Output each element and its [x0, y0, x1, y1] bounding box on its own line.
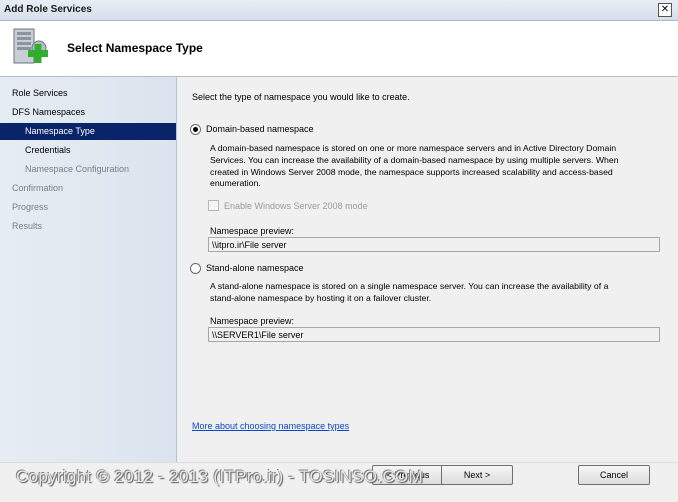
wizard-header: Select Namespace Type — [0, 21, 678, 77]
wizard-steps-sidebar: Role Services DFS Namespaces Namespace T… — [0, 77, 177, 462]
stand-alone-label[interactable]: Stand-alone namespace — [206, 263, 304, 273]
domain-based-description: A domain-based namespace is stored on on… — [210, 143, 619, 190]
domain-preview-field: \\itpro.ir\File server — [208, 237, 660, 252]
standalone-preview-field: \\SERVER1\File server — [208, 327, 660, 342]
sidebar-item-namespace-configuration: Namespace Configuration — [25, 164, 130, 174]
domain-based-label[interactable]: Domain-based namespace — [206, 124, 314, 134]
title-bar: Add Role Services ✕ — [0, 0, 678, 21]
stand-alone-radio[interactable] — [190, 263, 201, 274]
sidebar-item-confirmation: Confirmation — [12, 183, 64, 193]
wizard-footer: < Previous Next > Cancel Copyright © 201… — [0, 462, 678, 502]
domain-desc-line: Services. You can increase the availabil… — [210, 154, 619, 165]
standalone-desc-line: stand-alone namespace by hosting it on a… — [210, 292, 432, 303]
domain-desc-line: created in Windows Server 2008 mode, the… — [210, 166, 613, 177]
sidebar-item-namespace-type[interactable]: Namespace Type — [0, 123, 176, 140]
stand-alone-description: A stand-alone namespace is stored on a s… — [210, 281, 608, 305]
standalone-preview-label: Namespace preview: — [210, 316, 295, 326]
domain-desc-line: enumeration. — [210, 178, 261, 189]
sidebar-item-progress: Progress — [12, 202, 49, 212]
window-title: Add Role Services — [4, 4, 92, 15]
copyright-watermark: Copyright © 2012 - 2013 (ITPro.ir) - TOS… — [16, 467, 424, 486]
help-link[interactable]: More about choosing namespace types — [192, 421, 349, 431]
standalone-desc-line: A stand-alone namespace is stored on a s… — [210, 281, 609, 291]
cancel-button[interactable]: Cancel — [578, 465, 650, 485]
instruction-text: Select the type of namespace you would l… — [192, 92, 410, 102]
server-add-icon — [13, 28, 48, 64]
sidebar-item-credentials[interactable]: Credentials — [25, 142, 71, 159]
previous-button[interactable]: < Previous — [372, 465, 444, 485]
domain-desc-line: A domain-based namespace is stored on on… — [210, 143, 617, 153]
next-button[interactable]: Next > — [441, 465, 513, 485]
enable-2008-mode-checkbox — [208, 200, 219, 211]
wizard-content: Select the type of namespace you would l… — [177, 77, 678, 462]
close-button[interactable]: ✕ — [658, 3, 672, 17]
sidebar-item-role-services[interactable]: Role Services — [12, 85, 68, 102]
enable-2008-mode-label: Enable Windows Server 2008 mode — [224, 201, 368, 211]
sidebar-item-dfs-namespaces[interactable]: DFS Namespaces — [12, 104, 85, 121]
domain-based-radio[interactable] — [190, 124, 201, 135]
close-icon: ✕ — [660, 4, 670, 15]
domain-preview-label: Namespace preview: — [210, 226, 295, 236]
page-title: Select Namespace Type — [67, 41, 203, 55]
sidebar-item-results: Results — [12, 221, 43, 231]
